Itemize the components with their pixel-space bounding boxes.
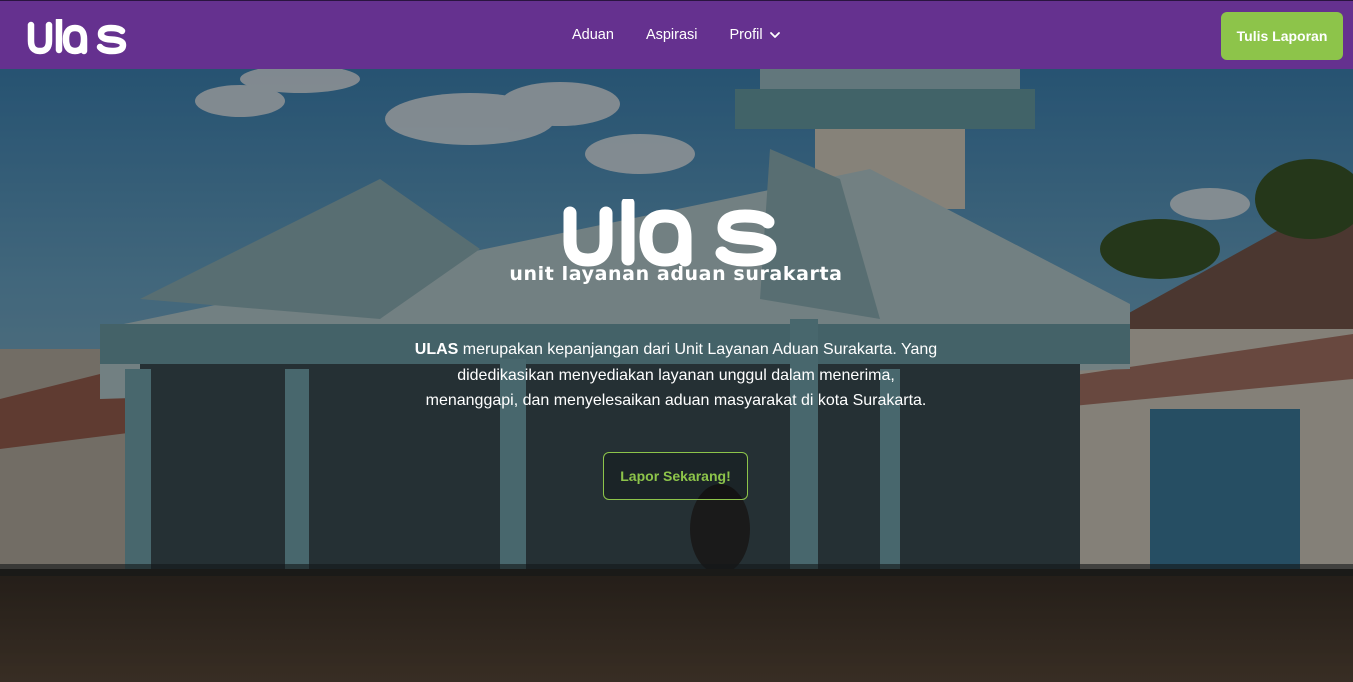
nav-link-profil[interactable]: Profil <box>730 27 781 43</box>
lapor-sekarang-button[interactable]: Lapor Sekarang! <box>603 452 748 500</box>
navbar: Aduan Aspirasi Profil Tulis Laporan <box>0 0 1353 69</box>
hero-section: unit layanan aduan surakarta ULAS merupa… <box>0 69 1353 682</box>
nav-link-profil-label: Profil <box>729 27 763 43</box>
nav-link-aspirasi[interactable]: Aspirasi <box>646 27 698 43</box>
hero-description-bold: ULAS <box>414 341 459 358</box>
main-nav: Aduan Aspirasi Profil <box>572 27 781 43</box>
nav-link-aduan[interactable]: Aduan <box>572 27 614 43</box>
hero-tagline: unit layanan aduan surakarta <box>509 263 843 285</box>
tulis-laporan-button[interactable]: Tulis Laporan <box>1221 12 1343 60</box>
hero-logo <box>563 199 777 267</box>
brand-logo <box>27 19 127 55</box>
chevron-down-icon <box>769 32 780 38</box>
hero-description-text: merupakan kepanjangan dari Unit Layanan … <box>425 341 938 409</box>
hero-description: ULAS merupakan kepanjangan dari Unit Lay… <box>410 337 942 414</box>
